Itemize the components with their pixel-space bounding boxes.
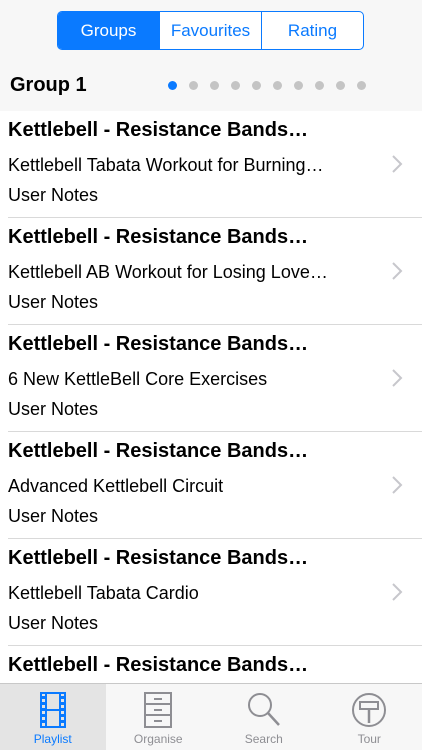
segment-rating[interactable]: Rating [261,12,363,49]
search-icon [247,693,280,726]
segmented-control: Groups Favourites Rating [57,11,364,50]
page-dot[interactable] [273,81,282,90]
cabinet-icon [144,692,173,728]
list-item[interactable]: Kettlebell - Resistance Bands… Advanced K… [8,432,422,539]
list-item[interactable]: Kettlebell - Resistance Bands… Kettlebell… [8,111,422,218]
tab-organise[interactable]: Organise [106,684,212,750]
item-notes: User Notes [8,613,99,633]
signpost-icon [352,693,387,727]
tab-search[interactable]: Search [211,684,317,750]
page-dot[interactable] [336,81,345,90]
item-title: Kettlebell - Resistance Bands… [8,333,309,355]
item-title: Kettlebell - Resistance Bands… [8,226,309,248]
item-notes: User Notes [8,292,99,312]
page-dot[interactable] [168,81,177,90]
list-item[interactable]: Kettlebell - Resistance Bands… 6 New Kett… [8,325,422,432]
page-dot[interactable] [210,81,219,90]
item-subtitle: Kettlebell AB Workout for Losing Love… [8,262,328,282]
item-title: Kettlebell - Resistance Bands… [8,119,309,141]
page-dot[interactable] [357,81,366,90]
page-dot[interactable] [294,81,303,90]
chevron-right-icon [392,583,403,601]
item-subtitle: Advanced Kettlebell Circuit [8,476,224,496]
tab-tour-label: Tour [357,732,381,746]
chevron-right-icon [392,262,403,280]
item-notes: User Notes [8,185,99,205]
page-dot[interactable] [189,81,198,90]
item-title: Kettlebell - Resistance Bands… [8,440,309,462]
item-subtitle: 6 New KettleBell Core Exercises [8,369,268,389]
item-title: Kettlebell - Resistance Bands… [8,654,309,676]
tab-search-label: Search [244,732,283,746]
page-dot[interactable] [315,81,324,90]
chevron-right-icon [392,369,403,387]
chevron-right-icon [392,476,403,494]
item-notes: User Notes [8,506,99,526]
page-dot[interactable] [252,81,261,90]
item-subtitle: Kettlebell Tabata Workout for Burning… [8,155,324,175]
item-subtitle: Kettlebell Tabata Cardio [8,583,199,603]
page-dot[interactable] [231,81,240,90]
tab-bar: Playlist Organise Search Tour [0,683,422,750]
tab-playlist-label: Playlist [33,732,72,746]
playlist-list: Kettlebell - Resistance Bands… Kettlebell… [0,111,422,750]
item-title: Kettlebell - Resistance Bands… [8,547,309,569]
page-indicator[interactable] [168,81,366,90]
tab-playlist[interactable]: Playlist [0,684,106,750]
group-title: Group 1 [10,74,87,96]
list-item[interactable]: Kettlebell - Resistance Bands… Kettlebell… [8,218,422,325]
segment-groups[interactable]: Groups [58,12,159,49]
tab-tour[interactable]: Tour [317,684,422,750]
list-item[interactable]: Kettlebell - Resistance Bands… Kettlebell… [8,539,422,646]
item-notes: User Notes [8,399,99,419]
film-strip-icon [39,692,66,728]
tab-organise-label: Organise [133,732,183,746]
top-bar: Groups Favourites Rating [0,0,422,60]
chevron-right-icon [392,155,403,173]
segment-favourites[interactable]: Favourites [159,12,261,49]
